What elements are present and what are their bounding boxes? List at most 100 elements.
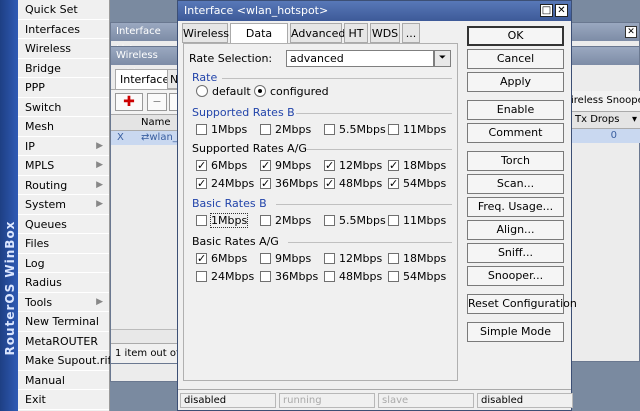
simple-mode-button[interactable]: Simple Mode [467,322,564,342]
basic-ag-18mbps-checkbox[interactable] [388,253,399,264]
torch-button[interactable]: Torch [467,151,564,171]
supported-ag-12mbps-checkbox[interactable]: ✓ [324,160,335,171]
tab-data-rates[interactable]: Data Rates [230,23,288,59]
menu-item-mesh[interactable]: Mesh [18,117,109,137]
submenu-arrow-icon: ▶ [96,160,103,170]
menu-item-log[interactable]: Log [18,254,109,273]
menu-item-metarouter[interactable]: MetaROUTER [18,332,109,351]
rate-selection-label: Rate Selection: [189,52,273,65]
snooper-button[interactable]: Snooper... [467,266,564,286]
snooper-label[interactable]: ireless Snooper [571,91,640,111]
supported-ag-54mbps-checkbox[interactable]: ✓ [388,178,399,189]
menu-item-tools[interactable]: Tools ▶ [18,293,109,312]
tx-drops-label: Tx Drops [575,114,620,125]
scan-button[interactable]: Scan... [467,174,564,194]
supported-ag-48mbps-checkbox[interactable]: ✓ [324,178,335,189]
supported-b-1mbps-checkbox[interactable] [196,124,207,135]
supported-ag-36mbps-checkbox[interactable]: ✓ [260,178,271,189]
supported-b-11mbps-checkbox[interactable] [388,124,399,135]
basic-ag-9mbps-checkbox[interactable] [260,253,271,264]
table-row[interactable]: X ⇄wlan_ [111,131,181,145]
add-button[interactable]: ✚ [115,93,143,111]
menu-item-files[interactable]: Files [18,234,109,254]
align-button[interactable]: Align... [467,220,564,240]
tab-ht[interactable]: HT [344,23,368,43]
data-rates-panel: Rate Selection: advanced ⏷ Rate default co… [183,43,458,381]
comment-button[interactable]: Comment [467,123,564,143]
menu-item-new-terminal[interactable]: New Terminal [18,312,109,332]
interface-dialog: Interface <wlan_hotspot> □ ✕ Wireless Dat… [177,0,577,411]
menu-item-ip[interactable]: IP ▶ [18,137,109,156]
rate-selection-select[interactable]: advanced [286,50,434,67]
menu-item-mpls[interactable]: MPLS ▶ [18,156,109,176]
basic-ag-54mbps-checkbox[interactable] [388,271,399,282]
basic-b-11mbps-checkbox[interactable] [388,215,399,226]
menu-item-quick-set[interactable]: Quick Set [18,0,109,20]
menu-item-label: Radius [25,276,62,289]
supported-ag-24mbps-checkbox[interactable]: ✓ [196,178,207,189]
supported-ag-18mbps-checkbox[interactable]: ✓ [388,160,399,171]
supported-b-2mbps-checkbox[interactable] [260,124,271,135]
basic-ag-36mbps-checkbox[interactable] [260,271,271,282]
menu-item-exit[interactable]: Exit [18,390,109,410]
tab-wireless[interactable]: Wireless [182,23,229,43]
basic-b-2mbps-checkbox[interactable] [260,215,271,226]
supported-b-5-5mbps-checkbox[interactable] [324,124,335,135]
submenu-arrow-icon: ▶ [96,140,103,151]
horizontal-scrollbar[interactable] [111,329,181,343]
basic-b-1mbps-label: 1Mbps [209,213,249,228]
basic-b-11mbps-label: 11Mbps [403,214,447,227]
menu-item-manual[interactable]: Manual [18,371,109,390]
menu-item-queues[interactable]: Queues [18,215,109,234]
supported-ag-6mbps-checkbox[interactable]: ✓ [196,160,207,171]
basic-ag-24mbps-checkbox[interactable] [196,271,207,282]
supported-ag-9mbps-checkbox[interactable]: ✓ [260,160,271,171]
menu-item-ppp[interactable]: PPP [18,78,109,98]
menu-item-radius[interactable]: Radius [18,273,109,293]
cancel-button[interactable]: Cancel [467,49,564,69]
section-heading: Basic Rates B [192,197,267,210]
menu-item-bridge[interactable]: Bridge [18,59,109,78]
basic-b-5-5mbps-checkbox[interactable] [324,215,335,226]
close-button[interactable]: ✕ [555,4,568,17]
menu-item-routing[interactable]: Routing ▶ [18,176,109,195]
rate-default-radio[interactable] [196,85,208,97]
enable-button[interactable]: Enable [467,100,564,120]
close-icon[interactable]: ✕ [625,26,637,38]
basic-ag-6mbps-checkbox[interactable]: ✓ [196,253,207,264]
remove-button[interactable]: − [147,93,167,111]
wireless-tables-title[interactable]: Wireless Tables [111,47,179,79]
menu-item-switch[interactable]: Switch [18,98,109,117]
reset-configuration-button[interactable]: Reset Configuration [467,294,577,314]
ok-button[interactable]: OK [467,26,564,46]
basic-ag-12mbps-checkbox[interactable] [324,253,335,264]
menu-item-wireless[interactable]: Wireless [18,39,109,59]
basic-ag-9mbps-label: 9Mbps [275,252,312,265]
chevron-down-icon[interactable]: ▾ [632,112,637,128]
basic-b-1mbps-checkbox[interactable] [196,215,207,226]
status-cell-4: disabled [477,393,573,408]
supported-ag-36mbps-label: 36Mbps [275,177,319,190]
freq-usage-button[interactable]: Freq. Usage... [467,197,564,217]
menu-item-label: Tools [25,295,53,309]
tab-more[interactable]: ... [402,23,420,43]
menu-item-make-supout-rif[interactable]: Make Supout.rif [18,351,111,371]
apply-button[interactable]: Apply [467,72,564,92]
menu-item-label: Manual [25,373,65,387]
tab-advanced[interactable]: Advanced [290,23,345,43]
tab-wds[interactable]: WDS [370,23,400,43]
chevron-down-icon[interactable]: ⏷ [434,50,451,67]
menu-item-system[interactable]: System ▶ [18,195,109,215]
rate-configured-radio[interactable] [254,85,266,97]
basic-ag-48mbps-checkbox[interactable] [324,271,335,282]
menu-item-interfaces[interactable]: Interfaces [18,20,109,39]
sniff-button[interactable]: Sniff... [467,243,564,263]
snooper-window-title[interactable] [571,47,639,65]
interface-list-title[interactable]: Interface List [111,23,179,55]
tx-drops-header[interactable]: Tx Drops ▾ [571,111,640,129]
section-divider [306,149,452,150]
dialog-title[interactable]: Interface <wlan_hotspot> [178,1,571,21]
submenu-arrow-icon: ▶ [96,179,103,190]
restore-button[interactable]: □ [540,4,553,17]
column-name-header[interactable]: Name [141,115,171,131]
